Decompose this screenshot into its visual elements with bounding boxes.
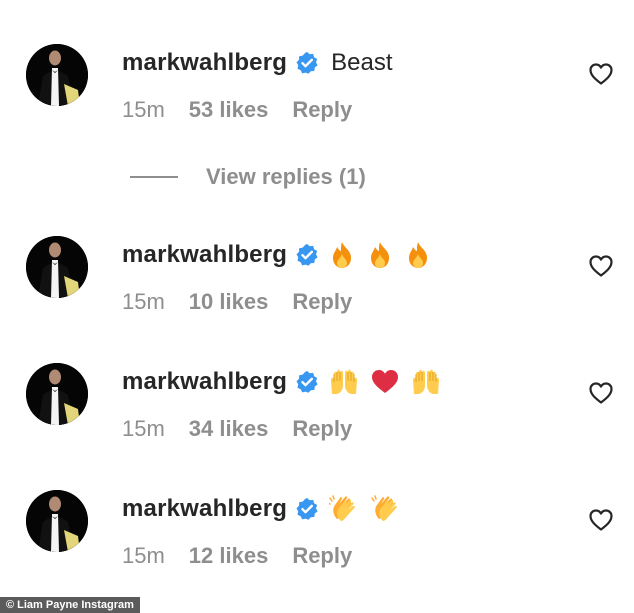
username[interactable]: markwahlberg xyxy=(122,368,287,396)
reply-button[interactable]: Reply xyxy=(292,416,352,442)
view-replies-label[interactable]: View replies (1) xyxy=(206,164,366,190)
comment-line: markwahlberg xyxy=(122,238,431,272)
comment-meta: 15m 10 likes Reply xyxy=(122,288,352,316)
heart-outline-icon[interactable] xyxy=(588,508,614,532)
comment-text: Beast xyxy=(331,49,393,76)
comment-line: markwahlberg xyxy=(122,365,441,399)
clapping-hands-emoji xyxy=(329,495,355,521)
comment-meta: 15m 53 likes Reply xyxy=(122,96,352,124)
raising-hands-emoji xyxy=(413,369,440,394)
reply-button[interactable]: Reply xyxy=(292,289,352,315)
comment-item: markwahlberg 15m 34 likes Reply xyxy=(0,359,634,469)
divider-line xyxy=(130,176,178,178)
heart-outline-icon[interactable] xyxy=(588,381,614,405)
avatar[interactable] xyxy=(26,363,88,425)
view-replies-button[interactable]: View replies (1) xyxy=(130,160,366,194)
likes-count[interactable]: 12 likes xyxy=(189,543,269,569)
heart-outline-icon[interactable] xyxy=(588,62,614,86)
likes-count[interactable]: 53 likes xyxy=(189,97,269,123)
comment-time: 15m xyxy=(122,289,165,314)
verified-badge-icon xyxy=(295,51,319,75)
comment-emojis xyxy=(329,495,401,523)
comment-emojis xyxy=(329,241,431,269)
username[interactable]: markwahlberg xyxy=(122,49,287,77)
avatar[interactable] xyxy=(26,490,88,552)
avatar[interactable] xyxy=(26,44,88,106)
comment-item: markwahlberg Beast 15m 53 likes Reply xyxy=(0,40,634,150)
comment-time: 15m xyxy=(122,543,165,568)
comment-time: 15m xyxy=(122,97,165,122)
comment-time: 15m xyxy=(122,416,165,441)
likes-count[interactable]: 10 likes xyxy=(189,289,269,315)
reply-button[interactable]: Reply xyxy=(292,543,352,569)
heart-outline-icon[interactable] xyxy=(588,254,614,278)
red-heart-emoji xyxy=(372,370,399,393)
verified-badge-icon xyxy=(295,370,319,394)
fire-emoji xyxy=(333,242,352,268)
username[interactable]: markwahlberg xyxy=(122,495,287,523)
reply-button[interactable]: Reply xyxy=(292,97,352,123)
raising-hands-emoji xyxy=(331,369,358,394)
verified-badge-icon xyxy=(295,243,319,267)
comment-item: markwahlberg 15m 12 likes Reply xyxy=(0,486,634,596)
comment-line: markwahlberg Beast xyxy=(122,46,393,80)
comment-meta: 15m 12 likes Reply xyxy=(122,542,352,570)
username[interactable]: markwahlberg xyxy=(122,241,287,269)
comment-meta: 15m 34 likes Reply xyxy=(122,415,352,443)
photo-credit: © Liam Payne Instagram xyxy=(0,597,140,613)
comment-emojis xyxy=(329,368,441,396)
likes-count[interactable]: 34 likes xyxy=(189,416,269,442)
comment-item: markwahlberg 15m 10 likes Reply xyxy=(0,232,634,342)
fire-emoji xyxy=(371,242,390,268)
avatar[interactable] xyxy=(26,236,88,298)
fire-emoji xyxy=(409,242,428,268)
clapping-hands-emoji xyxy=(371,495,397,521)
verified-badge-icon xyxy=(295,497,319,521)
comment-line: markwahlberg xyxy=(122,492,401,526)
